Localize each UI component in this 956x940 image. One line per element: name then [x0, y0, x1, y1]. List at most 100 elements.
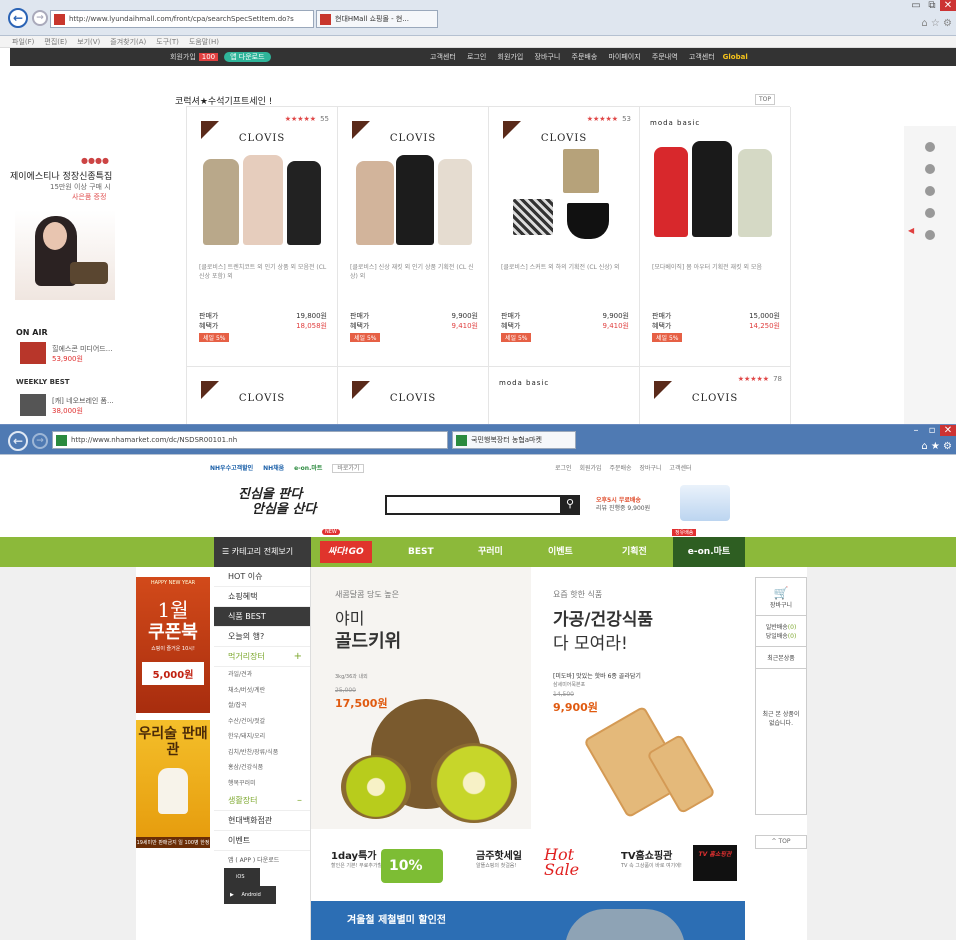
- restore-icon[interactable]: ⧉: [924, 0, 940, 11]
- signup-link[interactable]: 회원가입: [170, 53, 196, 61]
- home-icon[interactable]: ⌂: [921, 18, 927, 29]
- android-button[interactable]: ▶ Android: [224, 886, 276, 904]
- heart-icon[interactable]: [925, 208, 935, 218]
- promo-tvhome[interactable]: TV홈쇼핑관 TV 속 그상품이 바로 여기에! TV 홈쇼핑관: [601, 829, 745, 901]
- ios-button[interactable]: iOS: [224, 868, 260, 886]
- back-button[interactable]: ←: [8, 8, 28, 28]
- product-desc[interactable]: [모다베이직] 봄 아우터 기획전 재킷 외 모음: [652, 263, 780, 272]
- quick-icon-2[interactable]: [925, 164, 935, 174]
- nh-discount-link[interactable]: NH우수고객할인: [210, 465, 253, 472]
- menu-hot-issue[interactable]: HOT 이슈: [214, 567, 310, 587]
- left-ad-banner[interactable]: ●●●● 제이에스티나 정장신종특집 15만원 이상 구매 시 사은품 증정: [10, 156, 140, 300]
- submenu-item[interactable]: 채소/버섯/계란: [214, 683, 310, 699]
- eon-mart-link[interactable]: e-on.마트: [294, 465, 322, 472]
- menu-food-best[interactable]: 식품 BEST: [214, 607, 310, 627]
- nav-kkurumi[interactable]: 꾸러미: [478, 537, 503, 567]
- top-button[interactable]: TOP: [755, 94, 776, 105]
- submenu-item[interactable]: 한우/돼지/오리: [214, 729, 310, 745]
- nav-best[interactable]: BEST: [408, 537, 434, 567]
- header-promo-image[interactable]: [680, 485, 730, 521]
- nav-emart[interactable]: e-on.마트: [673, 537, 745, 567]
- global-link[interactable]: Global: [723, 53, 748, 61]
- clock-icon[interactable]: [925, 230, 935, 240]
- cart-icon[interactable]: 🛒: [756, 586, 806, 600]
- weekly-best-item[interactable]: [캐] 네오브레인 폼... 38,000원: [20, 394, 145, 418]
- product-card[interactable]: ★★★★★ 55 CLOVIS [클로비스] 트렌치코트 외 인기 상품 외 모음…: [187, 107, 338, 367]
- coupon-banner[interactable]: HAPPY NEW YEAR 1월 쿠폰북 쇼핑이 즐거운 10시! 5,000…: [136, 577, 210, 713]
- back-button[interactable]: ←: [8, 431, 28, 451]
- quick-icon-1[interactable]: [925, 142, 935, 152]
- browser-tab[interactable]: 현대HMall 쇼핑몰 - 현...: [316, 10, 438, 28]
- product-card[interactable]: moda basic: [489, 367, 640, 432]
- util-links[interactable]: 로그인 회원가입 주문배송 장바구니 고객센터: [555, 463, 692, 472]
- restore-icon[interactable]: ▫: [924, 425, 940, 436]
- collapse-arrow-icon[interactable]: ◀: [908, 226, 914, 235]
- product-desc[interactable]: [클로비스] 스커트 외 하의 기획전 (CL 신상) 외: [501, 263, 629, 272]
- product-card[interactable]: ★★★★★ 78 CLOVIS: [640, 367, 791, 432]
- scroll-top-button[interactable]: ^ TOP: [755, 835, 807, 849]
- close-icon[interactable]: ✕: [940, 0, 956, 11]
- menu-today[interactable]: 오늘의 행?: [214, 627, 310, 647]
- cart-icon[interactable]: [925, 186, 935, 196]
- nav-exhibition[interactable]: 기획전: [622, 537, 647, 567]
- util-links[interactable]: 고객센터 로그인 회원가입 장바구니 주문배송 마이페이지 주문내역 고객센터: [430, 53, 715, 61]
- liquor-banner[interactable]: 우리술 판매관 19세미만 판매금지 일 100병 한정: [136, 720, 210, 848]
- product-image[interactable]: [499, 149, 629, 249]
- goto-button[interactable]: 바로가기: [332, 464, 365, 473]
- address-bar[interactable]: http://www.lyundaihmall.com/front/cpa/se…: [50, 10, 314, 28]
- menu-event[interactable]: 이벤트: [214, 831, 310, 851]
- product-card[interactable]: CLOVIS [클로비스] 신상 재킷 외 인기 상품 기획전 (CL 신상) …: [338, 107, 489, 367]
- star-icon[interactable]: ★: [931, 441, 940, 452]
- minimize-icon[interactable]: ▭: [908, 0, 924, 11]
- minus-icon[interactable]: –: [297, 791, 302, 811]
- menu-edit[interactable]: 편집(E): [44, 38, 67, 46]
- submenu-item[interactable]: 과일/견과: [214, 667, 310, 683]
- promo-1day[interactable]: 1day특가 할인은 기본! 무료추가할인! 10%: [311, 829, 456, 901]
- nav-event[interactable]: 이벤트: [548, 537, 573, 567]
- product-image[interactable]: [650, 135, 780, 237]
- plus-icon[interactable]: +: [294, 647, 302, 667]
- category-all-button[interactable]: ☰ 카테고리 전체보기: [214, 537, 311, 567]
- ad-link[interactable]: 사은품 증정: [72, 192, 140, 202]
- app-download-button[interactable]: 앱 다운로드: [224, 52, 271, 62]
- product-card[interactable]: CLOVIS: [187, 367, 338, 432]
- cart-sameday[interactable]: 당일배송(0): [756, 631, 806, 640]
- site-logo[interactable]: 진심을 판다 안심을 산다: [238, 487, 316, 517]
- forward-button[interactable]: →: [32, 433, 48, 449]
- minimize-icon[interactable]: –: [908, 425, 924, 436]
- product-image[interactable]: [197, 149, 327, 249]
- submenu-item[interactable]: 행복꾸러미: [214, 776, 310, 792]
- menu-tools[interactable]: 도구(T): [156, 38, 179, 46]
- product-desc[interactable]: [클로비스] 신상 재킷 외 인기 상품 기획전 (CL 신상) 외: [350, 263, 478, 281]
- menu-life-market[interactable]: – 생활장터: [214, 791, 310, 811]
- nav-ssadago[interactable]: 싸다!GO: [320, 537, 372, 567]
- cart-normal[interactable]: 일반배송(0): [756, 622, 806, 631]
- menu-file[interactable]: 파일(F): [12, 38, 34, 46]
- product-card[interactable]: CLOVIS: [338, 367, 489, 432]
- menu-help[interactable]: 도움말(H): [189, 38, 219, 46]
- menu-view[interactable]: 보기(V): [77, 38, 100, 46]
- menu-benefits[interactable]: 쇼핑혜택: [214, 587, 310, 607]
- freeship-promo[interactable]: 오후5시 무료배송 리뷰 진행중 9,900원: [596, 497, 650, 513]
- carousel-dots[interactable]: ●●●●: [50, 156, 140, 165]
- menu-food-market[interactable]: + 먹거리장터: [214, 647, 310, 667]
- submenu-item[interactable]: 김치/반찬/장류/식품: [214, 745, 310, 761]
- kiwi-banner[interactable]: 새콤달콤 당도 높은 야미 골드키위 3kg/36과 내외 25,000 17,…: [311, 567, 531, 829]
- fishcake-banner[interactable]: 요즘 핫한 식품 가공/건강식품 다 모여라! [미도바] 맛있는 핫바 6종 …: [531, 567, 745, 829]
- bottom-banner[interactable]: 겨울철 제철별미 할인전: [311, 901, 745, 940]
- browser-tab[interactable]: 국민행복장터 농협a마켓: [452, 431, 576, 449]
- submenu-item[interactable]: 쌀/잡곡: [214, 698, 310, 714]
- submenu-item[interactable]: 홍삼/건강식품: [214, 760, 310, 776]
- forward-button[interactable]: →: [32, 10, 48, 26]
- close-icon[interactable]: ✕: [940, 425, 956, 436]
- product-card[interactable]: moda basic [모다베이직] 봄 아우터 기획전 재킷 외 모음 판매가…: [640, 107, 791, 367]
- menu-hyundai-dept[interactable]: 현대백화점관: [214, 811, 310, 831]
- search-box[interactable]: ⚲: [385, 495, 580, 515]
- gear-icon[interactable]: ⚙: [943, 18, 952, 29]
- product-image[interactable]: [348, 149, 478, 249]
- submenu-item[interactable]: 수산/건어/젓갈: [214, 714, 310, 730]
- search-icon[interactable]: ⚲: [560, 495, 580, 515]
- menu-favorites[interactable]: 즐겨찾기(A): [110, 38, 146, 46]
- promo-hotsale[interactable]: 금주핫세일 알뜰쇼핑의 첫걸음! Hot Sale: [456, 829, 601, 901]
- star-icon[interactable]: ☆: [931, 18, 940, 29]
